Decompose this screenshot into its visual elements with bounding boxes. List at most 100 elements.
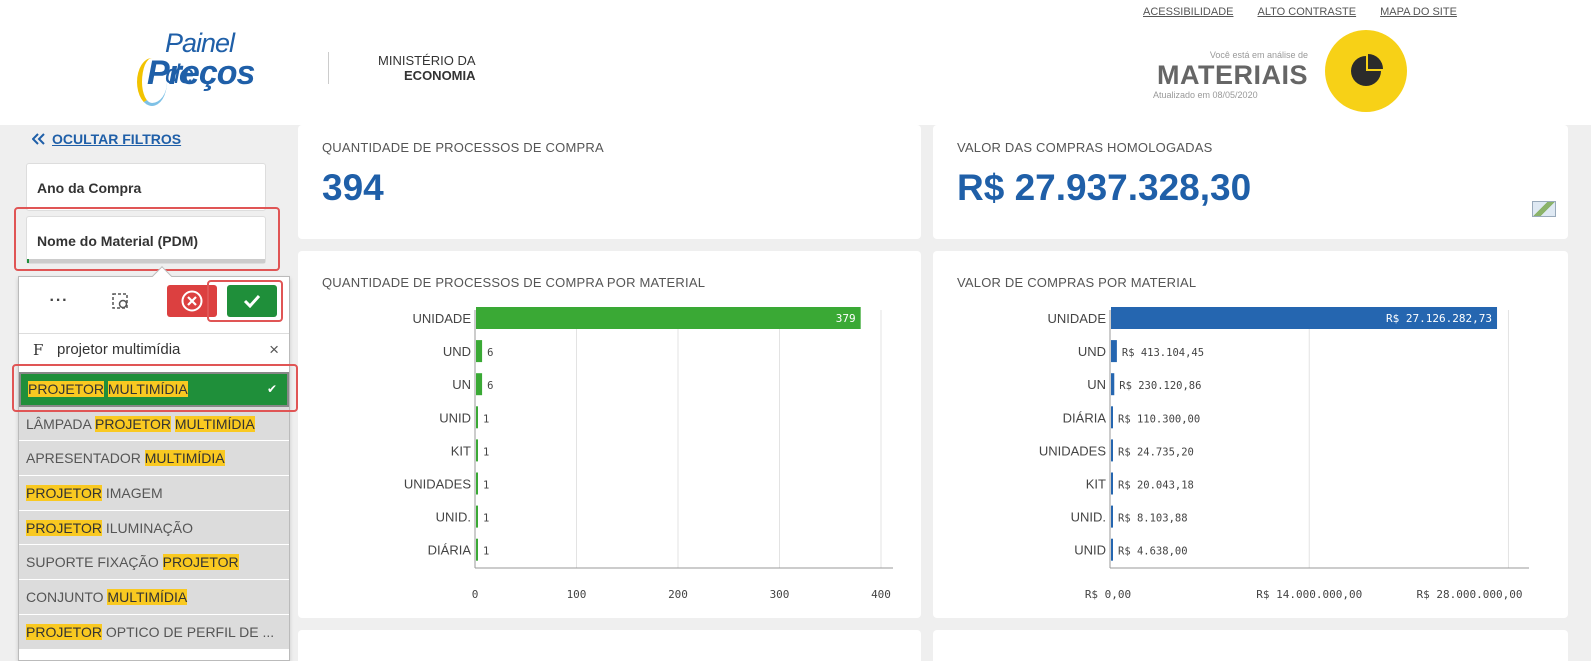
updated-date: Atualizado em 08/05/2020 [1153, 90, 1258, 100]
chart-card-count: QUANTIDADE DE PROCESSOS DE COMPRA POR MA… [298, 251, 921, 618]
filter-year[interactable]: Ano da Compra [26, 163, 266, 211]
search-match-text: PROJETOR [162, 554, 239, 571]
site-map-link[interactable]: MAPA DO SITE [1380, 6, 1457, 18]
list-item[interactable]: CONJUNTO MULTIMÍDIA [19, 580, 289, 615]
item-text: ILUMINAÇÃO [101, 519, 193, 536]
list-item-label: SUPORTE FIXAÇÃO PROJETOR [26, 554, 239, 571]
category-label: UNID [1074, 543, 1106, 558]
search-input[interactable]: projetor multimídia [57, 341, 269, 358]
cancel-selection-button[interactable] [167, 285, 217, 317]
filter-year-label: Ano da Compra [37, 180, 142, 196]
bottom-card-right [933, 630, 1568, 661]
item-text: IMAGEM [101, 484, 163, 501]
x-tick-label: R$ 0,00 [1085, 588, 1131, 601]
x-tick-label: 100 [567, 588, 587, 601]
bar-value-label: 6 [487, 347, 493, 359]
list-item-selected[interactable]: PROJETOR MULTIMÍDIA ✔ [19, 372, 289, 407]
bar-value-label: 1 [483, 513, 489, 525]
more-options-button[interactable]: ··· [41, 285, 77, 317]
clear-search-icon[interactable]: × [269, 340, 279, 360]
list-item-label: PROJETOR OPTICO DE PERFIL DE ... [26, 623, 275, 640]
search-match-text: PROJETOR [95, 415, 171, 432]
bar [476, 406, 478, 429]
list-item[interactable]: PROJETOR IMAGEM [19, 476, 289, 511]
list-item[interactable]: PROJETOR OPTICO DE PERFIL DE ... [19, 614, 289, 650]
kpi-value-value: R$ 27.937.328,30 [957, 167, 1252, 208]
analysis-switch-button[interactable] [1325, 30, 1407, 112]
list-item[interactable]: APRESENTADOR MULTIMÍDIA [19, 441, 289, 477]
bar [476, 373, 483, 396]
category-label: DIÁRIA [428, 543, 472, 558]
category-label: UNIDADES [404, 477, 472, 492]
analysis-intro: Você está em análise de [1209, 50, 1308, 60]
bar-value-label: 1 [483, 546, 489, 558]
x-tick-label: R$ 14.000.000,00 [1256, 588, 1362, 601]
accessibility-link[interactable]: ACESSIBILIDADE [1143, 6, 1233, 18]
hide-filters-label: OCULTAR FILTROS [52, 131, 182, 147]
bar [1111, 373, 1115, 396]
bar-value-label: 1 [483, 413, 489, 425]
kpi-card-count: QUANTIDADE DE PROCESSOS DE COMPRA 394 [298, 125, 921, 239]
category-label: UND [1078, 344, 1106, 359]
chart-value-svg[interactable]: R$ 0,00 R$ 14.000.000,00 R$ 28.000.000,00 U… [933, 251, 1568, 618]
ministry-line2: ECONOMIA [404, 68, 476, 83]
search-field[interactable]: F projetor multimídia × [19, 333, 289, 365]
search-match-text: MULTIMÍDIA [107, 381, 188, 398]
bar-value-label: 1 [483, 446, 489, 458]
category-label: KIT [1086, 477, 1106, 492]
search-match-text: PROJETOR [26, 519, 102, 536]
category-label: UNID. [436, 510, 471, 525]
bar [1111, 472, 1113, 495]
bar-value-label: 379 [836, 312, 856, 325]
search-match-text: MULTIMÍDIA [174, 415, 255, 432]
bar [476, 439, 478, 462]
bar [476, 505, 478, 528]
category-label: UNID [439, 410, 471, 425]
high-contrast-link[interactable]: ALTO CONTRASTE [1257, 6, 1356, 18]
x-tick-label: 300 [770, 588, 790, 601]
item-text: APRESENTADOR [26, 450, 145, 467]
kpi-value-title: VALOR DAS COMPRAS HOMOLOGADAS [957, 140, 1213, 155]
double-chevron-left-icon [32, 133, 45, 145]
bar [1111, 538, 1113, 561]
bar-value-label: R$ 4.638,00 [1118, 546, 1188, 558]
search-match-text: MULTIMÍDIA [144, 450, 225, 467]
list-item-label: APRESENTADOR MULTIMÍDIA [26, 450, 225, 467]
bar [476, 340, 483, 363]
item-text: OPTICO DE PERFIL DE ... [101, 623, 275, 640]
x-tick-label: 200 [668, 588, 688, 601]
close-circle-icon [181, 290, 203, 312]
pie-chart-icon [1351, 54, 1383, 86]
list-item[interactable]: PROJETOR ILUMINAÇÃO [19, 510, 289, 546]
confirm-selection-button[interactable] [227, 285, 277, 317]
dropdown-caret [152, 266, 172, 286]
item-text: SUPORTE FIXAÇÃO [26, 554, 163, 571]
x-tick-label: 0 [472, 588, 479, 601]
selected-check-icon: ✔ [266, 382, 277, 397]
list-item-label: CONJUNTO MULTIMÍDIA [26, 588, 188, 605]
top-links: ACESSIBILIDADE ALTO CONTRASTE MAPA DO SI… [1143, 6, 1457, 18]
chart-count-svg[interactable]: 0 100 200 300 400UNIDADE 379UND 6UN 6UNID 1KIT 1U… [298, 251, 921, 618]
analysis-type: MATERIAIS [1157, 60, 1308, 90]
list-item[interactable]: LÂMPADA PROJETOR MULTIMÍDIA [19, 406, 289, 442]
broken-image-icon [1532, 201, 1556, 217]
list-item[interactable]: SUPORTE FIXAÇÃO PROJETOR [19, 545, 289, 581]
category-label: UNIDADE [412, 311, 471, 326]
hide-filters-button[interactable]: OCULTAR FILTROS [32, 131, 181, 147]
analysis-info: Você está em análise de MATERIAIS Atuali… [1140, 50, 1308, 100]
bar [1111, 340, 1117, 363]
bar [1111, 505, 1113, 528]
painel-de-precos-logo[interactable]: Painel de Preços [137, 28, 267, 108]
filter-selection-bar [27, 259, 265, 263]
filter-material-name[interactable]: Nome do Material (PDM) [26, 216, 266, 264]
category-label: UND [443, 344, 471, 359]
ellipsis-icon: ··· [49, 292, 69, 309]
x-tick-label: R$ 28.000.000,00 [1416, 588, 1522, 601]
selection-tool-button[interactable] [103, 285, 139, 317]
search-match-text: MULTIMÍDIA [107, 588, 188, 605]
chart-card-value: VALOR DE COMPRAS POR MATERIAL R$ 0,00 R$ … [933, 251, 1568, 618]
checkmark-icon [243, 294, 261, 308]
kpi-count-value: 394 [322, 167, 384, 208]
list-item-label: PROJETOR MULTIMÍDIA [28, 381, 188, 398]
item-text: LÂMPADA [26, 415, 95, 432]
